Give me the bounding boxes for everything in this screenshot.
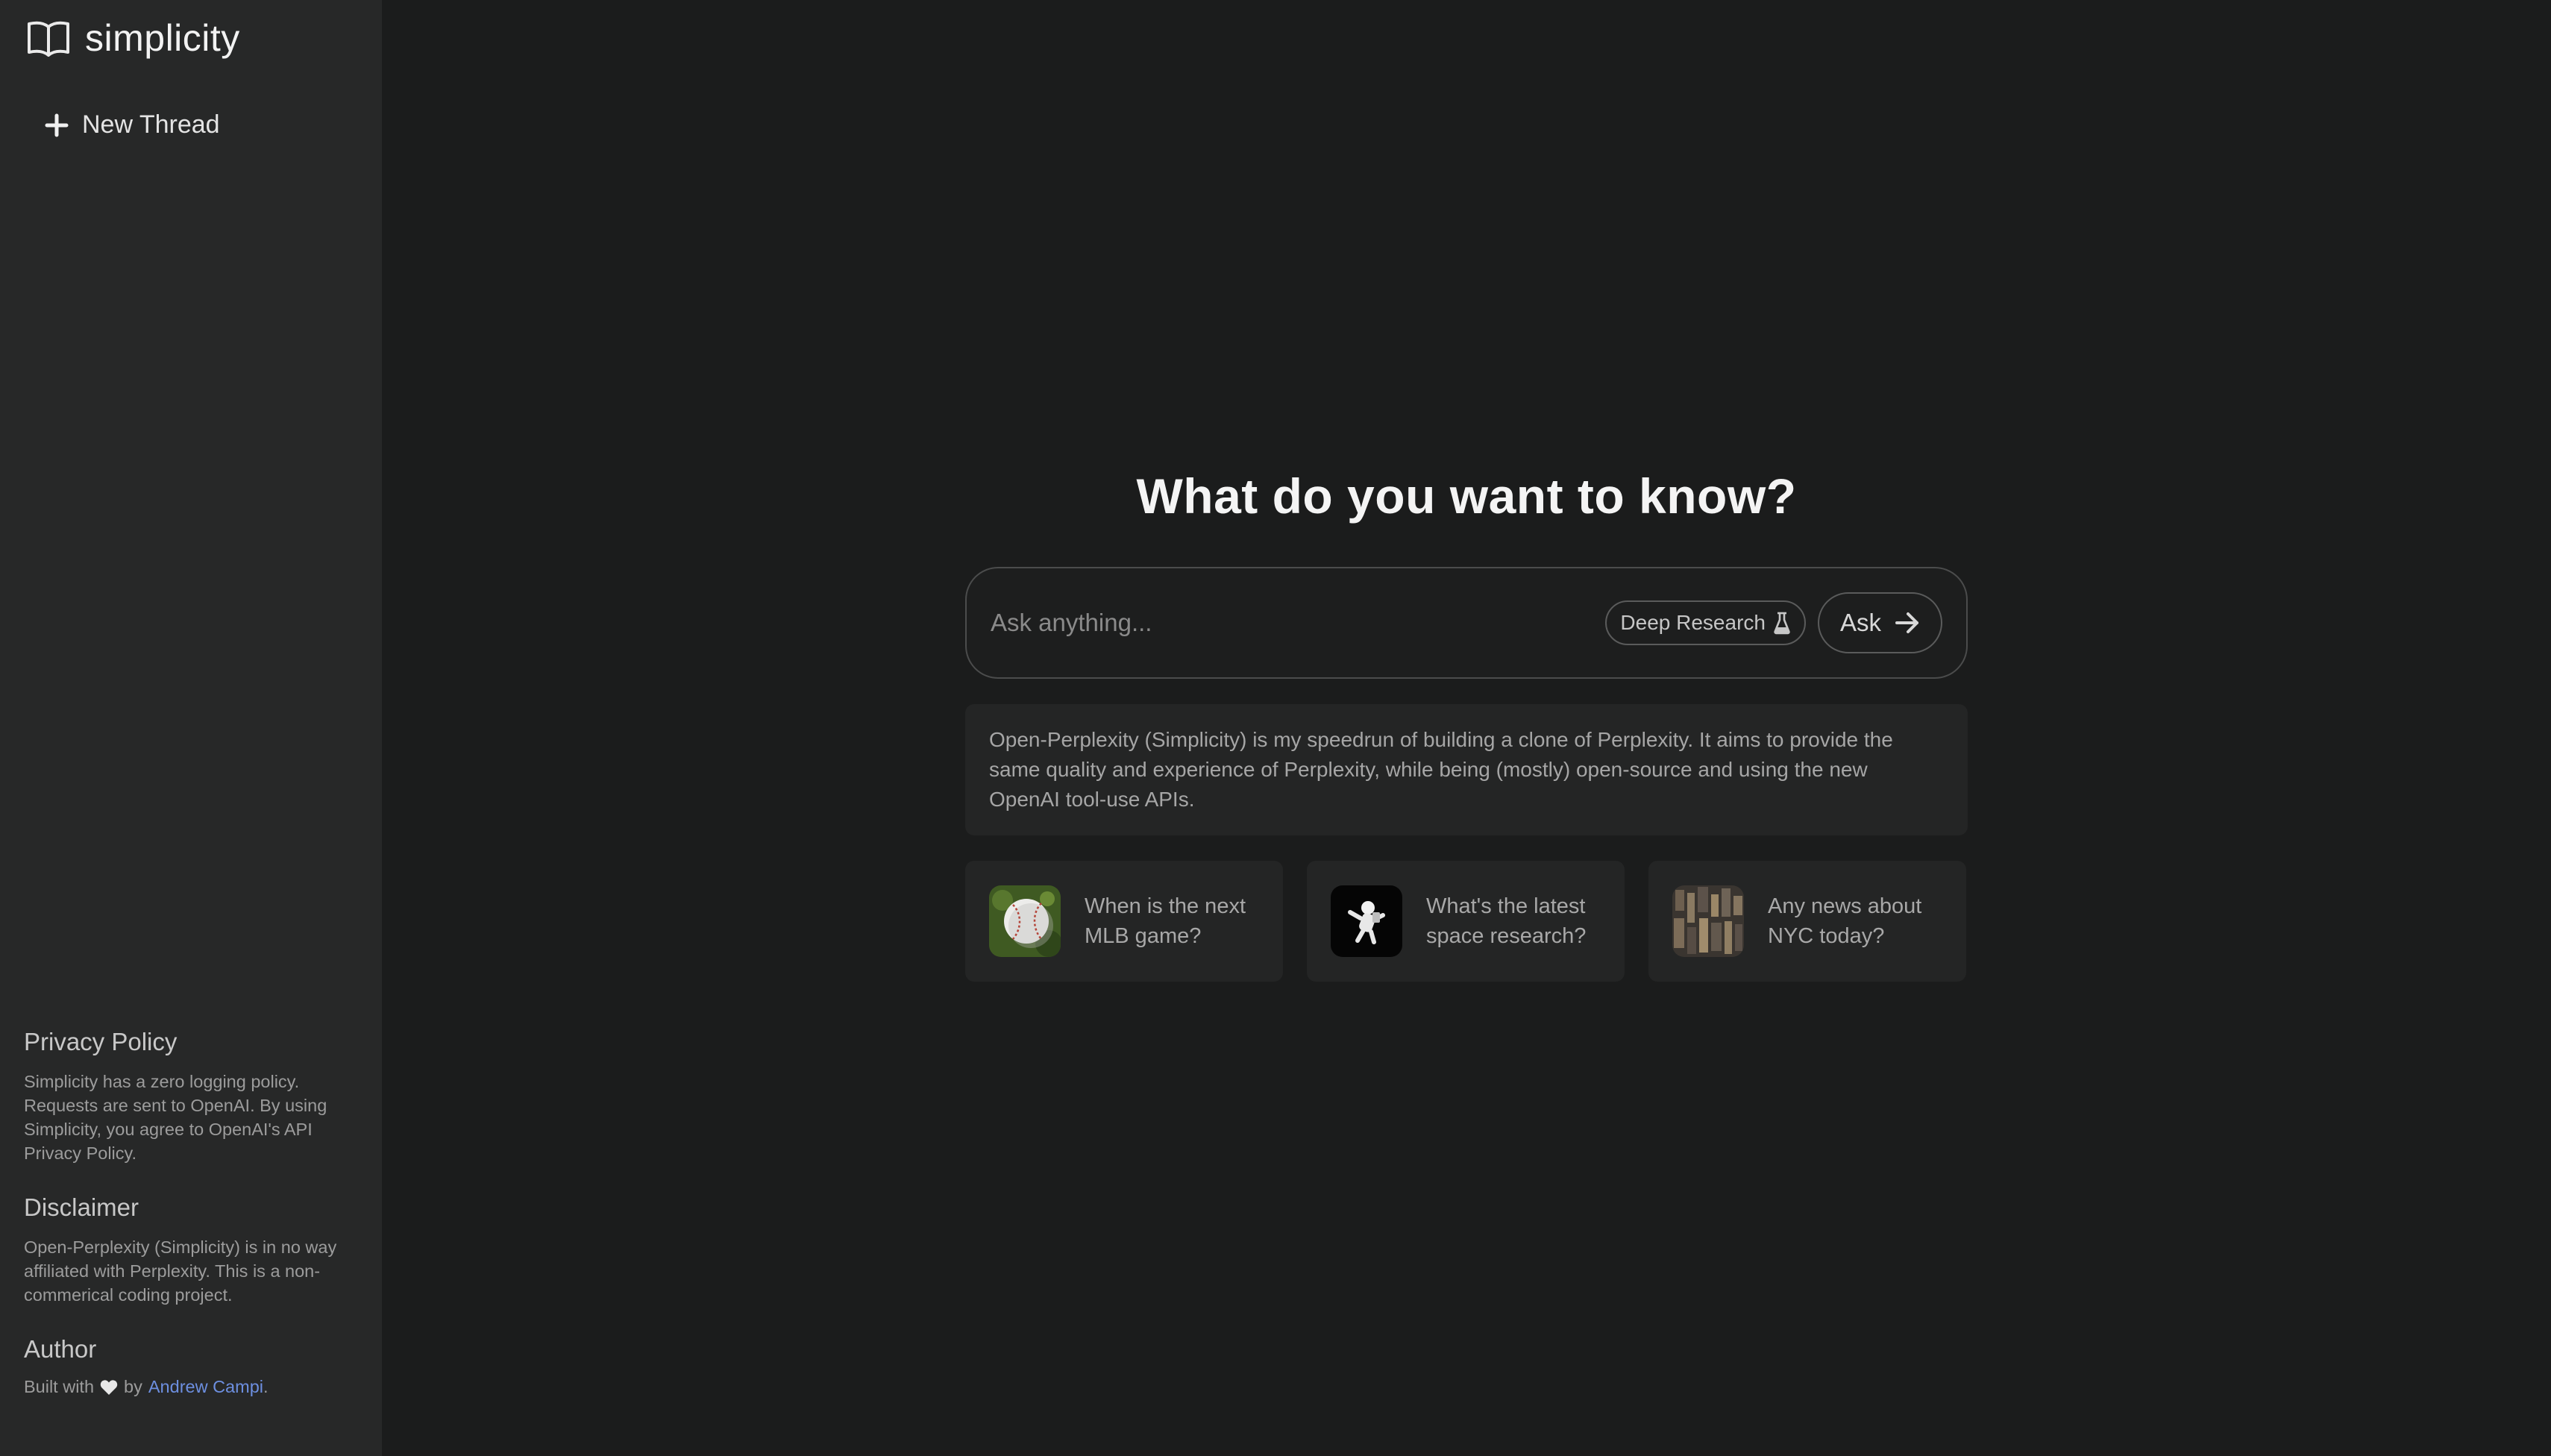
- suggestion-card[interactable]: When is the next MLB game?: [965, 861, 1283, 982]
- sidebar-footer: Privacy Policy Simplicity has a zero log…: [24, 1028, 352, 1425]
- privacy-heading: Privacy Policy: [24, 1028, 178, 1055]
- brand[interactable]: simplicity: [27, 16, 240, 60]
- suggestions: When is the next MLB game? What's the la…: [965, 861, 1968, 982]
- search-box: Deep Research Ask: [965, 567, 1968, 679]
- flask-icon: [1773, 611, 1791, 635]
- sidebar: simplicity New Thread Privacy Policy Sim…: [0, 0, 382, 1456]
- book-open-icon: [27, 19, 70, 57]
- suggestion-card[interactable]: Any news about NYC today?: [1648, 861, 1966, 982]
- author-suffix: .: [263, 1377, 269, 1396]
- app-root: simplicity New Thread Privacy Policy Sim…: [0, 0, 2551, 1456]
- about-card: Open-Perplexity (Simplicity) is my speed…: [965, 704, 1968, 835]
- search-input[interactable]: [991, 600, 1606, 645]
- author-prefix: Built with: [24, 1377, 95, 1396]
- deep-research-toggle[interactable]: Deep Research: [1605, 600, 1806, 645]
- ask-label: Ask: [1839, 609, 1881, 636]
- suggestion-text: What's the latest space research?: [1426, 894, 1587, 948]
- author-line: Built with by Andrew Campi .: [24, 1377, 352, 1397]
- brand-name: simplicity: [85, 17, 240, 59]
- suggestion-text: Any news about NYC today?: [1768, 894, 1922, 948]
- privacy-text: Simplicity has a zero logging policy. Re…: [24, 1072, 327, 1163]
- author-link[interactable]: Andrew Campi: [148, 1377, 263, 1397]
- astronaut-thumbnail: [1331, 885, 1402, 957]
- disclaimer-heading: Disclaimer: [24, 1193, 139, 1221]
- author-by: by: [124, 1377, 142, 1396]
- plus-icon: [45, 113, 69, 137]
- suggestion-text: When is the next MLB game?: [1085, 894, 1246, 948]
- heart-icon: [100, 1379, 118, 1396]
- city-thumbnail: [1672, 885, 1744, 957]
- new-thread-button[interactable]: New Thread: [45, 110, 220, 139]
- disclaimer-section: Disclaimer Open-Perplexity (Simplicity) …: [24, 1193, 352, 1307]
- author-section: Author Built with by Andrew Campi .: [24, 1335, 352, 1397]
- privacy-section: Privacy Policy Simplicity has a zero log…: [24, 1028, 352, 1165]
- ask-button[interactable]: Ask: [1817, 592, 1942, 653]
- main-panel: What do you want to know? Deep Research …: [382, 0, 2551, 1456]
- new-thread-label: New Thread: [82, 110, 220, 139]
- home-center: What do you want to know? Deep Research …: [965, 462, 1968, 982]
- page-title: What do you want to know?: [1136, 468, 1797, 524]
- author-heading: Author: [24, 1335, 97, 1363]
- baseball-thumbnail: [989, 885, 1061, 957]
- suggestion-card[interactable]: What's the latest space research?: [1307, 861, 1625, 982]
- disclaimer-text: Open-Perplexity (Simplicity) is in no wa…: [24, 1237, 337, 1305]
- deep-research-label: Deep Research: [1620, 611, 1766, 634]
- arrow-right-icon: [1895, 611, 1920, 635]
